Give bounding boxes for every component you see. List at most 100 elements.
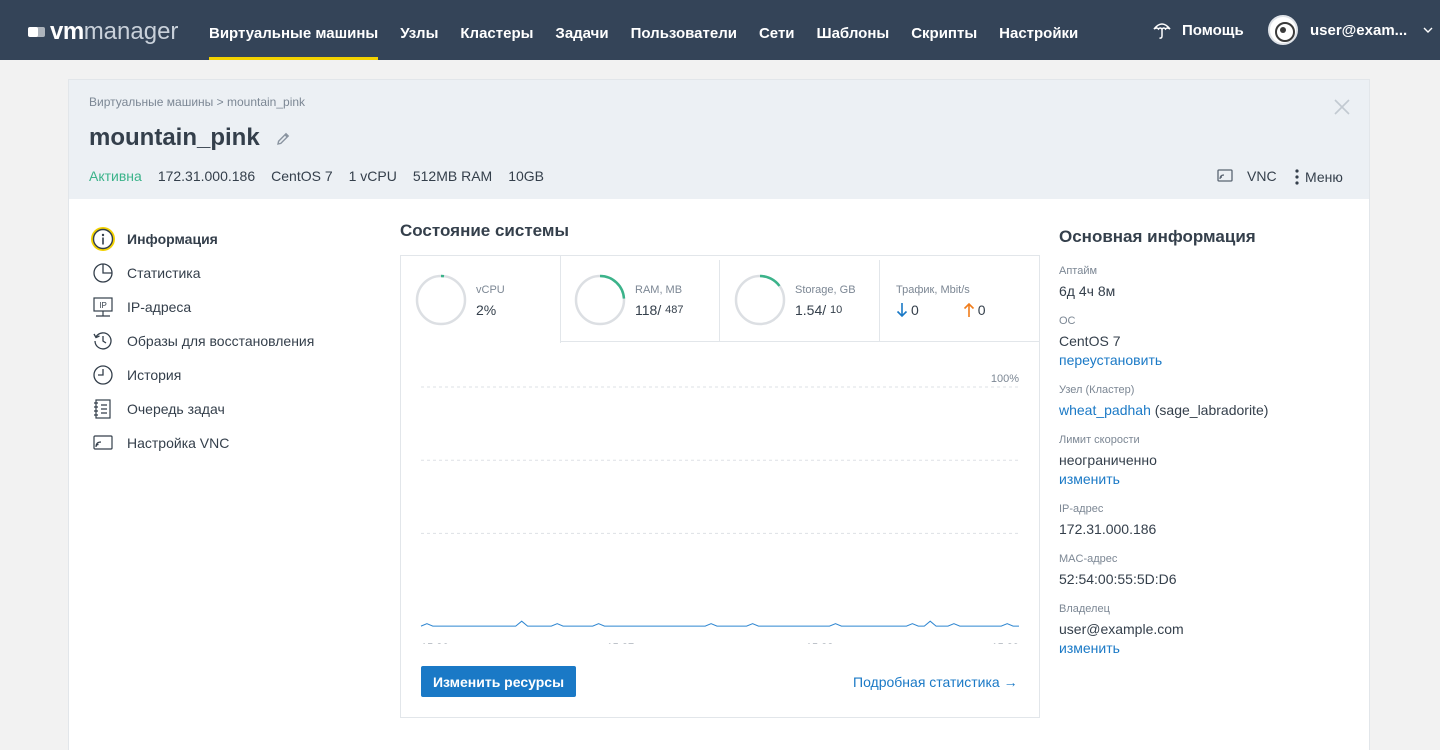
mac-value: 52:54:00:55:5D:D6	[1059, 571, 1177, 587]
node-field: Узел (Кластер) wheat_padhah (sage_labrad…	[1059, 384, 1349, 420]
nav-templates[interactable]: Шаблоны	[806, 0, 901, 60]
node-link[interactable]: wheat_padhah	[1059, 402, 1151, 418]
nav-networks[interactable]: Сети	[748, 0, 806, 60]
storage-tile[interactable]: Storage, GB 1.54/ 10	[720, 260, 880, 342]
task-queue-icon	[91, 397, 115, 421]
change-owner-link[interactable]: изменить	[1059, 639, 1349, 658]
chart-ymax-label: 100%	[991, 373, 1019, 385]
help-label: Помощь	[1182, 21, 1244, 39]
chart-grid	[421, 386, 1019, 534]
ip-label: IP-адрес	[1059, 503, 1104, 515]
vm-ram: 512MB RAM	[412, 168, 493, 184]
arrow-up-icon	[963, 302, 974, 317]
side-item-info[interactable]: Информация	[91, 222, 314, 256]
side-item-label: Статистика	[127, 265, 201, 281]
nav-scripts[interactable]: Скрипты	[900, 0, 988, 60]
mac-label: MAC-адрес	[1059, 553, 1118, 565]
os-field: ОС CentOS 7 переустановить	[1059, 315, 1349, 370]
ram-tile[interactable]: RAM, MB 118/ 487	[560, 260, 720, 342]
traffic-label: Трафик, Mbit/s	[896, 284, 970, 296]
vm-header: Виртуальные машины > mountain_pink mount…	[69, 80, 1369, 199]
chart-x-tick-label: 15:38	[806, 642, 834, 644]
storage-gauge	[734, 274, 786, 326]
ram-label: RAM, MB	[635, 284, 683, 296]
more-vertical-icon	[1295, 169, 1299, 185]
nav-settings[interactable]: Настройки	[988, 0, 1089, 60]
uptime-label: Аптайм	[1059, 265, 1098, 277]
cluster-name: (sage_labradorite)	[1154, 402, 1269, 418]
logo-vm-text: vm	[50, 18, 84, 45]
vcpu-tile[interactable]: vCPU 2%	[401, 256, 561, 343]
help-button[interactable]: Помощь	[1152, 0, 1244, 60]
vnc-icon	[1217, 169, 1233, 182]
logo-mark-icon	[28, 23, 46, 41]
side-item-vnc-settings[interactable]: Настройка VNC	[91, 426, 314, 460]
user-label: user@exam...	[1310, 21, 1408, 39]
side-item-task-queue[interactable]: Очередь задач	[91, 392, 314, 426]
side-item-ip-addresses[interactable]: IP IP-адреса	[91, 290, 314, 324]
ip-value: 172.31.000.186	[1059, 521, 1157, 537]
side-item-label: Настройка VNC	[127, 435, 230, 451]
menu-button[interactable]: Меню	[1295, 168, 1343, 186]
cpu-series-line	[420, 620, 1019, 627]
reinstall-link[interactable]: переустановить	[1059, 351, 1349, 370]
svg-text:IP: IP	[99, 301, 107, 310]
change-resources-button[interactable]: Изменить ресурсы	[421, 666, 576, 697]
nav-clusters[interactable]: Кластеры	[449, 0, 544, 60]
ram-gauge	[574, 274, 626, 326]
vnc-icon	[91, 431, 115, 455]
cpu-usage-chart: 100% 15:36 15:37 15:38 15:39	[420, 373, 1019, 644]
side-item-statistics[interactable]: Статистика	[91, 256, 314, 290]
node-label: Узел (Кластер)	[1059, 384, 1135, 396]
vnc-button[interactable]: VNC	[1217, 168, 1277, 184]
owner-field: Владелец user@example.com изменить	[1059, 603, 1349, 658]
vnc-label: VNC	[1247, 168, 1277, 184]
traffic-up: 0	[963, 302, 986, 318]
nav-virtual-machines[interactable]: Виртуальные машины	[198, 0, 389, 60]
main-nav: Виртуальные машины Узлы Кластеры Задачи …	[198, 0, 1089, 60]
traffic-down-value: 0	[911, 302, 919, 318]
owner-value: user@example.com	[1059, 621, 1184, 637]
side-item-history[interactable]: История	[91, 358, 314, 392]
vmmanager-logo[interactable]: vm manager	[28, 18, 178, 46]
side-item-label: IP-адреса	[127, 299, 192, 315]
speed-limit-field: Лимит скорости неограниченно изменить	[1059, 434, 1349, 489]
ip-field: IP-адрес 172.31.000.186	[1059, 503, 1349, 539]
chart-x-tick-label: 15:37	[607, 642, 635, 644]
side-item-restore-images[interactable]: Образы для восстановления	[91, 324, 314, 358]
ram-used: 118	[635, 302, 658, 318]
avatar	[1268, 15, 1298, 45]
vm-ip: 172.31.000.186	[157, 168, 256, 184]
node-value: wheat_padhah (sage_labradorite)	[1059, 401, 1349, 420]
traffic-tile[interactable]: Трафик, Mbit/s 0 0	[880, 260, 1039, 342]
chart-x-tick-label: 15:36	[421, 642, 449, 644]
uptime-value: 6д 4ч 8м	[1059, 283, 1116, 299]
mac-field: MAC-адрес 52:54:00:55:5D:D6	[1059, 553, 1349, 589]
vcpu-gauge	[415, 274, 467, 326]
nav-users[interactable]: Пользователи	[620, 0, 748, 60]
side-item-label: История	[127, 367, 182, 383]
nav-tasks[interactable]: Задачи	[544, 0, 619, 60]
change-speed-link[interactable]: изменить	[1059, 470, 1349, 489]
nav-nodes[interactable]: Узлы	[389, 0, 449, 60]
close-icon[interactable]	[1333, 98, 1351, 116]
owner-label: Владелец	[1059, 603, 1110, 615]
info-icon	[91, 227, 115, 251]
top-navigation-bar: vm manager Виртуальные машины Узлы Класте…	[0, 0, 1440, 60]
arrow-down-icon	[896, 303, 908, 318]
vm-cpu: 1 vCPU	[348, 168, 397, 184]
ram-total: 487	[665, 304, 684, 316]
page-title: mountain_pink	[89, 124, 260, 151]
user-menu[interactable]: user@exam...	[1268, 0, 1433, 60]
vm-os: CentOS 7	[271, 168, 333, 184]
traffic-down: 0	[896, 302, 919, 318]
side-item-label: Очередь задач	[127, 401, 225, 417]
detailed-stats-link[interactable]: Подробная статистика →	[853, 674, 1018, 690]
speed-limit-label: Лимит скорости	[1059, 434, 1140, 446]
umbrella-icon	[1153, 23, 1171, 39]
pencil-icon[interactable]	[275, 131, 291, 147]
ip-icon: IP	[91, 295, 115, 319]
system-state-panel: vCPU 2% RAM, MB 118/ 487 Storage, GB 1.5…	[400, 255, 1040, 718]
vm-disk: 10GB	[508, 168, 545, 184]
breadcrumb[interactable]: Виртуальные машины > mountain_pink	[89, 95, 305, 109]
